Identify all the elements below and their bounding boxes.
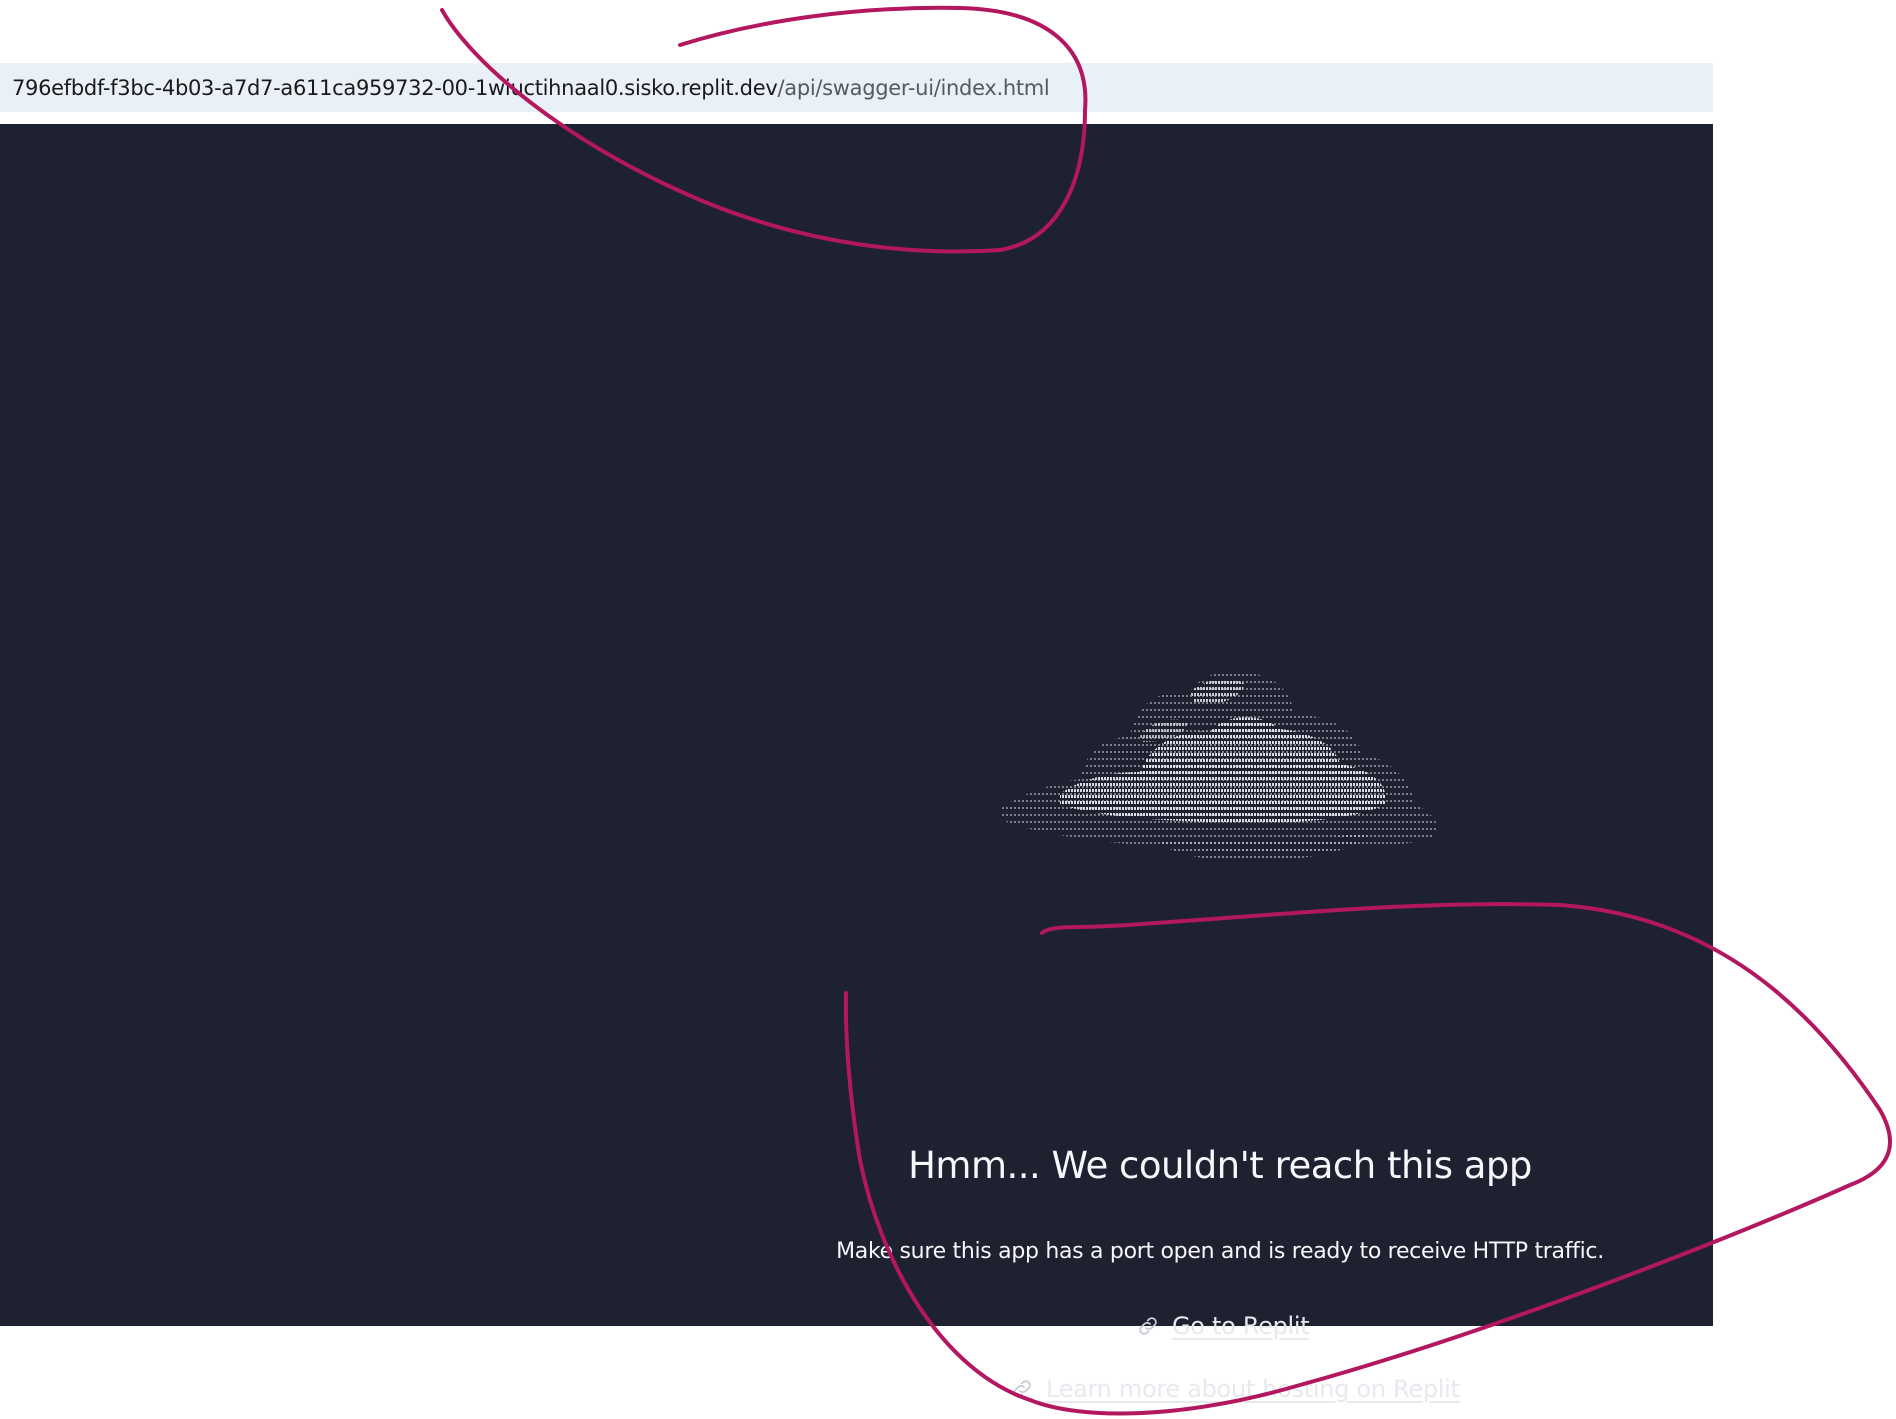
go-to-replit-link[interactable]: Go to Replit bbox=[1136, 1312, 1310, 1340]
error-title: Hmm... We couldn't reach this app bbox=[908, 1144, 1532, 1187]
url-host: 796efbdf-f3bc-4b03-a7d7-a611ca959732-00-… bbox=[12, 75, 778, 100]
go-to-replit-label[interactable]: Go to Replit bbox=[1172, 1312, 1310, 1340]
learn-hosting-label[interactable]: Learn more about hosting on Replit bbox=[1046, 1375, 1460, 1403]
url-path: /api/swagger-ui/index.html bbox=[777, 75, 1050, 100]
address-bar[interactable]: 796efbdf-f3bc-4b03-a7d7-a611ca959732-00-… bbox=[0, 63, 1713, 112]
link-icon bbox=[1013, 1380, 1031, 1398]
error-page: Hmm... We couldn't reach this app Make s… bbox=[0, 124, 1713, 1403]
link-icon bbox=[1139, 1317, 1157, 1335]
error-message: Make sure this app has a port open and i… bbox=[836, 1239, 1604, 1264]
ascii-cloud-icon bbox=[1000, 670, 1438, 862]
learn-hosting-link[interactable]: Learn more about hosting on Replit bbox=[1010, 1375, 1460, 1403]
